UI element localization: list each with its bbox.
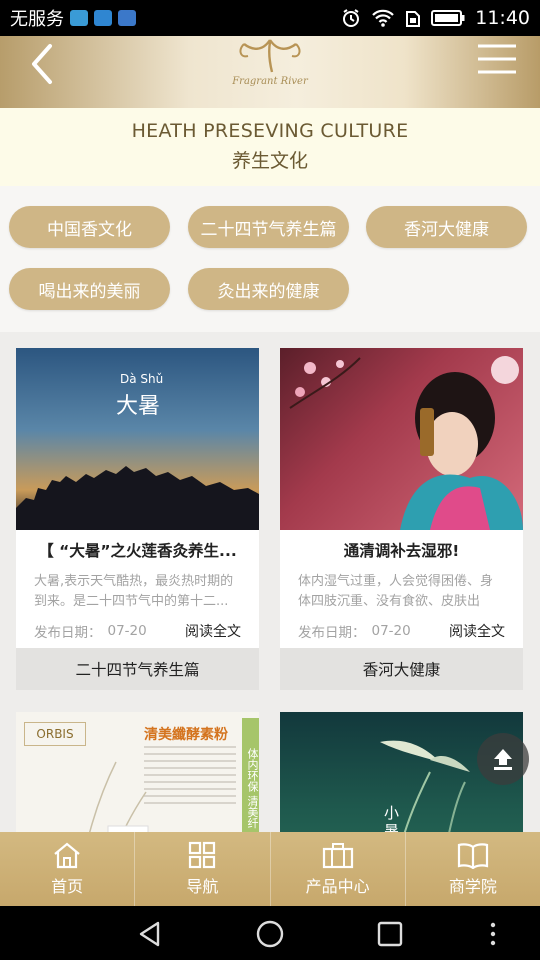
image-caption-pinyin: Dà Shǔ bbox=[120, 372, 164, 386]
nav-navigation[interactable]: 导航 bbox=[134, 832, 269, 906]
article-image bbox=[280, 348, 523, 530]
back-icon[interactable] bbox=[22, 42, 66, 86]
battery-icon bbox=[431, 10, 465, 26]
nav-label: 产品中心 bbox=[305, 877, 370, 896]
menu-icon[interactable] bbox=[476, 42, 518, 76]
nav-label: 商学院 bbox=[448, 877, 497, 896]
nav-home[interactable]: 首页 bbox=[0, 832, 134, 906]
system-navigation-bar bbox=[0, 906, 540, 960]
category-pill[interactable]: 二十四节气养生篇 bbox=[188, 206, 349, 248]
section-title-en: HEATH PRESEVING CULTURE bbox=[131, 120, 409, 142]
category-pill[interactable]: 喝出来的美丽 bbox=[9, 268, 170, 310]
publish-date-label: 发布日期： bbox=[34, 625, 102, 641]
section-title-band: HEATH PRESEVING CULTURE 养生文化 bbox=[0, 108, 540, 186]
article-image: Dà Shǔ 大暑 bbox=[16, 348, 259, 530]
article-category-tag[interactable]: 二十四节气养生篇 bbox=[16, 648, 259, 690]
wifi-icon bbox=[372, 9, 395, 27]
home-circle-icon[interactable] bbox=[255, 920, 285, 948]
book-icon bbox=[457, 843, 488, 869]
article-category-tag[interactable]: 香河大健康 bbox=[280, 648, 523, 690]
app-notification-icon bbox=[70, 10, 88, 26]
section-title-cn: 养生文化 bbox=[231, 150, 308, 172]
article-summary: 大暑,表示天气酷热，最炎热时期的到来。是二十四节气中的第十二... bbox=[34, 574, 234, 609]
article-title: 【 “大暑”之火莲香灸养生... bbox=[38, 542, 237, 560]
nav-academy[interactable]: 商学院 bbox=[404, 832, 540, 906]
publish-date: 07-20 bbox=[371, 623, 411, 639]
read-more-link[interactable]: 阅读全文 bbox=[185, 621, 241, 641]
grid-icon bbox=[189, 841, 216, 869]
clock: 11:40 bbox=[475, 7, 530, 29]
image-side-text: 体内环保 清美纤 bbox=[242, 718, 259, 832]
article-card[interactable]: 通清调补去湿邪! 体内湿气过重，人会觉得困倦、身体四肢沉重、没有食欲、皮肤出现.… bbox=[280, 348, 523, 690]
nav-products[interactable]: 产品中心 bbox=[269, 832, 405, 906]
nav-label: 首页 bbox=[51, 877, 84, 896]
sim-icon bbox=[406, 11, 421, 27]
image-caption-cn: 大暑 bbox=[116, 394, 161, 419]
back-triangle-icon[interactable] bbox=[136, 920, 164, 948]
image-heading: 清美纖酵素粉 bbox=[144, 727, 228, 743]
article-summary: 体内湿气过重，人会觉得困倦、身体四肢沉重、没有食欲、皮肤出现... bbox=[298, 574, 494, 609]
image-brand: ORBIS bbox=[24, 722, 86, 746]
status-bar: 无服务 11:40 bbox=[0, 0, 540, 36]
home-icon bbox=[54, 842, 80, 869]
recents-square-icon[interactable] bbox=[377, 920, 403, 948]
article-image: ORBIS 清美纖酵素粉 体内环保 清美纤 bbox=[16, 712, 259, 832]
nav-label: 导航 bbox=[186, 877, 219, 896]
category-pill[interactable]: 灸出来的健康 bbox=[188, 268, 349, 310]
app-notification-icon bbox=[94, 10, 112, 26]
brand-logo: Fragrant River bbox=[222, 36, 318, 100]
carrier-label: 无服务 bbox=[10, 9, 64, 30]
publish-date-label: 发布日期： bbox=[298, 625, 366, 641]
category-filter: 中国香文化 二十四节气养生篇 香河大健康 喝出来的美丽 灸出来的健康 bbox=[0, 186, 540, 332]
briefcase-icon bbox=[322, 843, 353, 869]
article-title: 通清调补去湿邪! bbox=[343, 542, 460, 560]
article-grid: Dà Shǔ 大暑 【 “大暑”之火莲香灸养生... 大暑,表示天气酷热，最炎热… bbox=[0, 332, 540, 832]
more-options-icon[interactable] bbox=[488, 920, 498, 948]
gallery-notification-icon bbox=[118, 10, 136, 26]
image-caption-cn: 小暑 bbox=[384, 804, 400, 832]
category-pill[interactable]: 中国香文化 bbox=[9, 206, 170, 248]
bottom-navigation: 首页 导航 产品中心 商学院 bbox=[0, 832, 540, 906]
alarm-icon bbox=[343, 9, 360, 27]
app-header: Fragrant River bbox=[0, 36, 540, 108]
upload-arrow-icon bbox=[494, 749, 512, 770]
article-card[interactable]: ORBIS 清美纖酵素粉 体内环保 清美纤 bbox=[16, 712, 259, 832]
publish-date: 07-20 bbox=[107, 623, 147, 639]
scroll-to-top-button[interactable] bbox=[477, 733, 529, 785]
logo-text: Fragrant River bbox=[232, 76, 308, 87]
article-card[interactable]: Dà Shǔ 大暑 【 “大暑”之火莲香灸养生... 大暑,表示天气酷热，最炎热… bbox=[16, 348, 259, 690]
read-more-link[interactable]: 阅读全文 bbox=[449, 621, 505, 641]
category-pill[interactable]: 香河大健康 bbox=[366, 206, 527, 248]
